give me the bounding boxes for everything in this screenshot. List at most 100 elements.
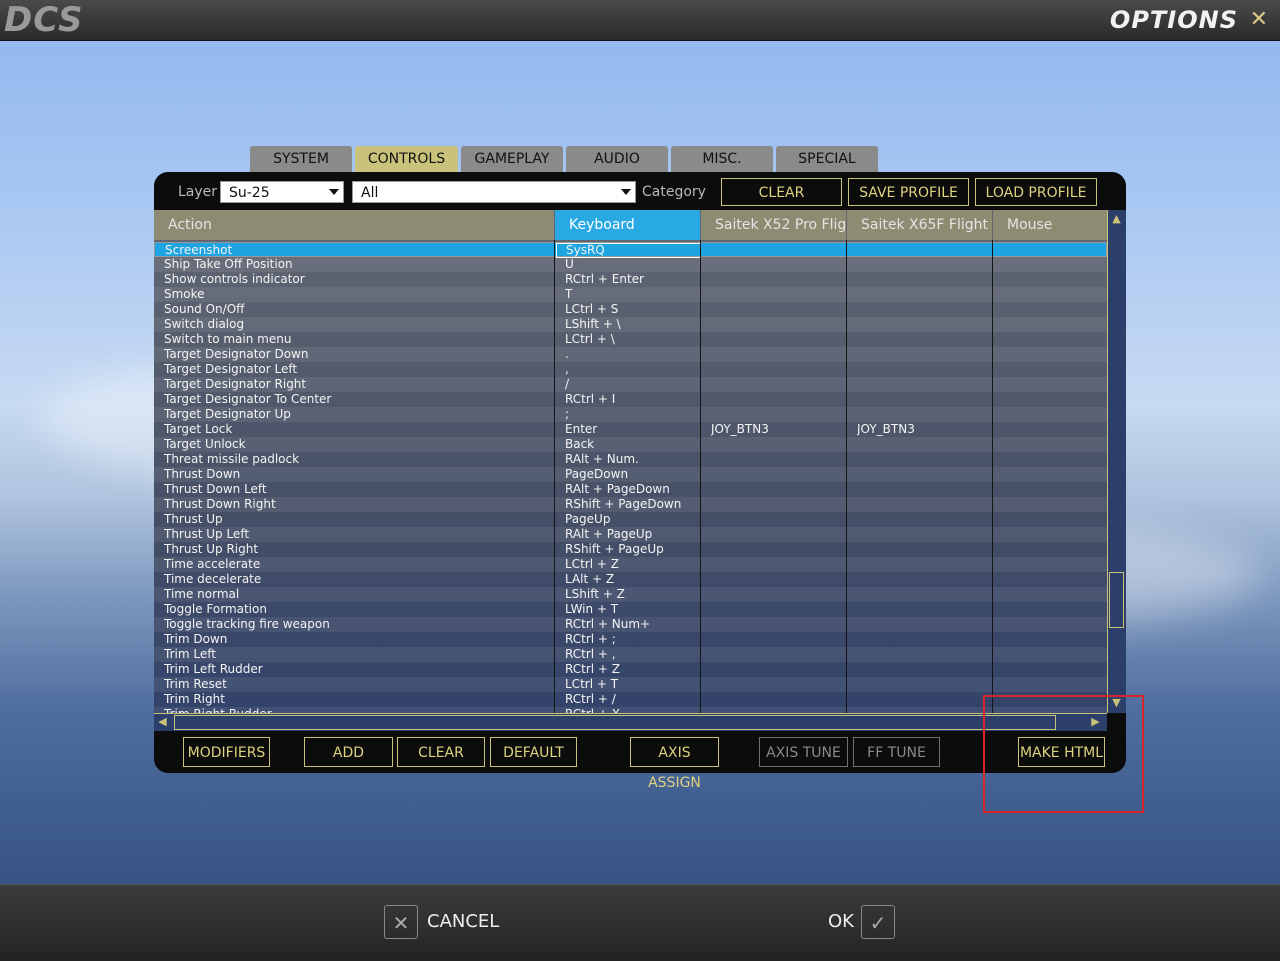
column-header-saitek-x52[interactable]: Saitek X52 Pro Flight [701, 210, 846, 240]
mouse-cell[interactable] [1003, 647, 1103, 662]
keyboard-cell[interactable]: LCtrl + S [565, 302, 695, 317]
table-row[interactable]: Target Unlock Back [154, 437, 1107, 452]
table-row[interactable]: Target Designator Up; [154, 407, 1107, 422]
keyboard-cell[interactable]: PageDown [565, 467, 695, 482]
keyboard-cell[interactable]: PageUp [565, 512, 695, 527]
keyboard-cell[interactable]: RCtrl + / [565, 692, 695, 707]
saitek-x65f-cell[interactable]: JOY_BTN3 [857, 422, 987, 437]
table-row[interactable]: Target Lock Enter JOY_BTN3 JOY_BTN3 [154, 422, 1107, 437]
saitek-x65f-cell[interactable] [857, 407, 987, 422]
mouse-cell[interactable] [1003, 512, 1103, 527]
saitek-x52-cell[interactable]: JOY_BTN3 [711, 422, 841, 437]
saitek-x65f-cell[interactable] [857, 617, 987, 632]
keyboard-cell[interactable]: RAlt + PageDown [565, 482, 695, 497]
table-row[interactable]: Thrust Down PageDown [154, 467, 1107, 482]
saitek-x65f-cell[interactable] [857, 647, 987, 662]
saitek-x65f-cell[interactable] [857, 287, 987, 302]
mouse-cell[interactable] [1003, 407, 1103, 422]
saitek-x52-cell[interactable] [711, 347, 841, 362]
saitek-x52-cell[interactable] [711, 632, 841, 647]
saitek-x65f-cell[interactable] [857, 482, 987, 497]
keyboard-cell[interactable]: / [565, 377, 695, 392]
table-row[interactable]: Target Designator Down. [154, 347, 1107, 362]
keyboard-cell[interactable]: LAlt + Z [565, 572, 695, 587]
axis-tune-button[interactable]: AXIS TUNE [759, 737, 848, 767]
keyboard-cell[interactable]: LShift + \ [565, 317, 695, 332]
table-row[interactable]: Threat missile padlock RAlt + Num. [154, 452, 1107, 467]
vertical-scrollbar[interactable]: ▲ ▼ [1107, 210, 1126, 713]
category-select[interactable]: All [352, 181, 636, 203]
mouse-cell[interactable] [1003, 542, 1103, 557]
saitek-x52-cell[interactable] [711, 317, 841, 332]
saitek-x52-cell[interactable] [711, 302, 841, 317]
table-row[interactable]: Time normal LShift + Z [154, 587, 1107, 602]
table-row[interactable]: Switch to main menu LCtrl + \ [154, 332, 1107, 347]
mouse-cell[interactable] [1003, 632, 1103, 647]
table-row[interactable]: Thrust Up PageUp [154, 512, 1107, 527]
keyboard-cell[interactable]: LShift + Z [565, 587, 695, 602]
mouse-cell[interactable] [1003, 437, 1103, 452]
mouse-cell[interactable] [1003, 587, 1103, 602]
saitek-x52-cell[interactable] [711, 287, 841, 302]
mouse-cell[interactable] [1003, 482, 1103, 497]
saitek-x52-cell[interactable] [711, 557, 841, 572]
mouse-cell[interactable] [1003, 377, 1103, 392]
keyboard-cell[interactable]: SysRQ [556, 243, 701, 258]
saitek-x52-cell[interactable] [711, 392, 841, 407]
table-row[interactable]: Toggle Formation LWin + T [154, 602, 1107, 617]
mouse-cell[interactable] [1003, 557, 1103, 572]
layer-select[interactable]: Su-25 [220, 181, 344, 203]
saitek-x65f-cell[interactable] [857, 317, 987, 332]
keyboard-cell[interactable]: . [565, 347, 695, 362]
tab-gameplay[interactable]: GAMEPLAY [461, 146, 563, 172]
saitek-x65f-cell[interactable] [857, 347, 987, 362]
default-button[interactable]: DEFAULT [490, 737, 577, 767]
tab-special[interactable]: SPECIAL [776, 146, 878, 172]
table-row[interactable]: Sound On/Off LCtrl + S [154, 302, 1107, 317]
table-row[interactable]: Toggle tracking fire weapon RCtrl + Num+ [154, 617, 1107, 632]
tab-audio[interactable]: AUDIO [566, 146, 668, 172]
mouse-cell[interactable] [1003, 332, 1103, 347]
mouse-cell[interactable] [1003, 677, 1103, 692]
column-header-action[interactable]: Action [154, 210, 554, 240]
saitek-x65f-cell[interactable] [857, 332, 987, 347]
table-row[interactable]: Thrust Up Right RShift + PageUp [154, 542, 1107, 557]
saitek-x52-cell[interactable] [711, 437, 841, 452]
saitek-x52-cell[interactable] [711, 332, 841, 347]
keyboard-cell[interactable]: LCtrl + Z [565, 557, 695, 572]
saitek-x65f-cell[interactable] [857, 467, 987, 482]
keyboard-cell[interactable]: LCtrl + T [565, 677, 695, 692]
saitek-x65f-cell[interactable] [857, 527, 987, 542]
mouse-cell[interactable] [1003, 317, 1103, 332]
saitek-x52-cell[interactable] [711, 527, 841, 542]
keyboard-cell[interactable]: Back [565, 437, 695, 452]
mouse-cell[interactable] [1003, 572, 1103, 587]
saitek-x65f-cell[interactable] [857, 692, 987, 707]
horizontal-scroll-thumb[interactable] [174, 715, 1056, 730]
table-row[interactable]: Thrust Down Right RShift + PageDown [154, 497, 1107, 512]
keyboard-cell[interactable]: Enter [565, 422, 695, 437]
saitek-x65f-cell[interactable] [857, 587, 987, 602]
table-row[interactable]: Trim Down RCtrl + ; [154, 632, 1107, 647]
table-row[interactable]: Target Designator Left, [154, 362, 1107, 377]
load-profile-button[interactable]: LOAD PROFILE [975, 178, 1097, 206]
saitek-x65f-cell[interactable] [857, 452, 987, 467]
cancel-button[interactable]: ✕ CANCEL [384, 905, 504, 941]
keyboard-cell[interactable]: ; [565, 407, 695, 422]
table-row[interactable]: Time decelerate LAlt + Z [154, 572, 1107, 587]
mouse-cell[interactable] [1003, 257, 1103, 272]
ff-tune-button[interactable]: FF TUNE [853, 737, 940, 767]
saitek-x65f-cell[interactable] [857, 392, 987, 407]
mouse-cell[interactable] [1003, 287, 1103, 302]
saitek-x65f-cell[interactable] [857, 602, 987, 617]
saitek-x65f-cell[interactable] [857, 662, 987, 677]
keyboard-cell[interactable]: T [565, 287, 695, 302]
ok-button[interactable]: OK ✓ [828, 905, 898, 941]
table-row[interactable]: Screenshot SysRQ [154, 242, 1107, 258]
saitek-x52-cell[interactable] [711, 512, 841, 527]
saitek-x65f-cell[interactable] [857, 377, 987, 392]
saitek-x52-cell[interactable] [711, 647, 841, 662]
tab-controls[interactable]: CONTROLS [355, 146, 458, 172]
saitek-x52-cell[interactable] [711, 692, 841, 707]
saitek-x52-cell[interactable] [711, 617, 841, 632]
